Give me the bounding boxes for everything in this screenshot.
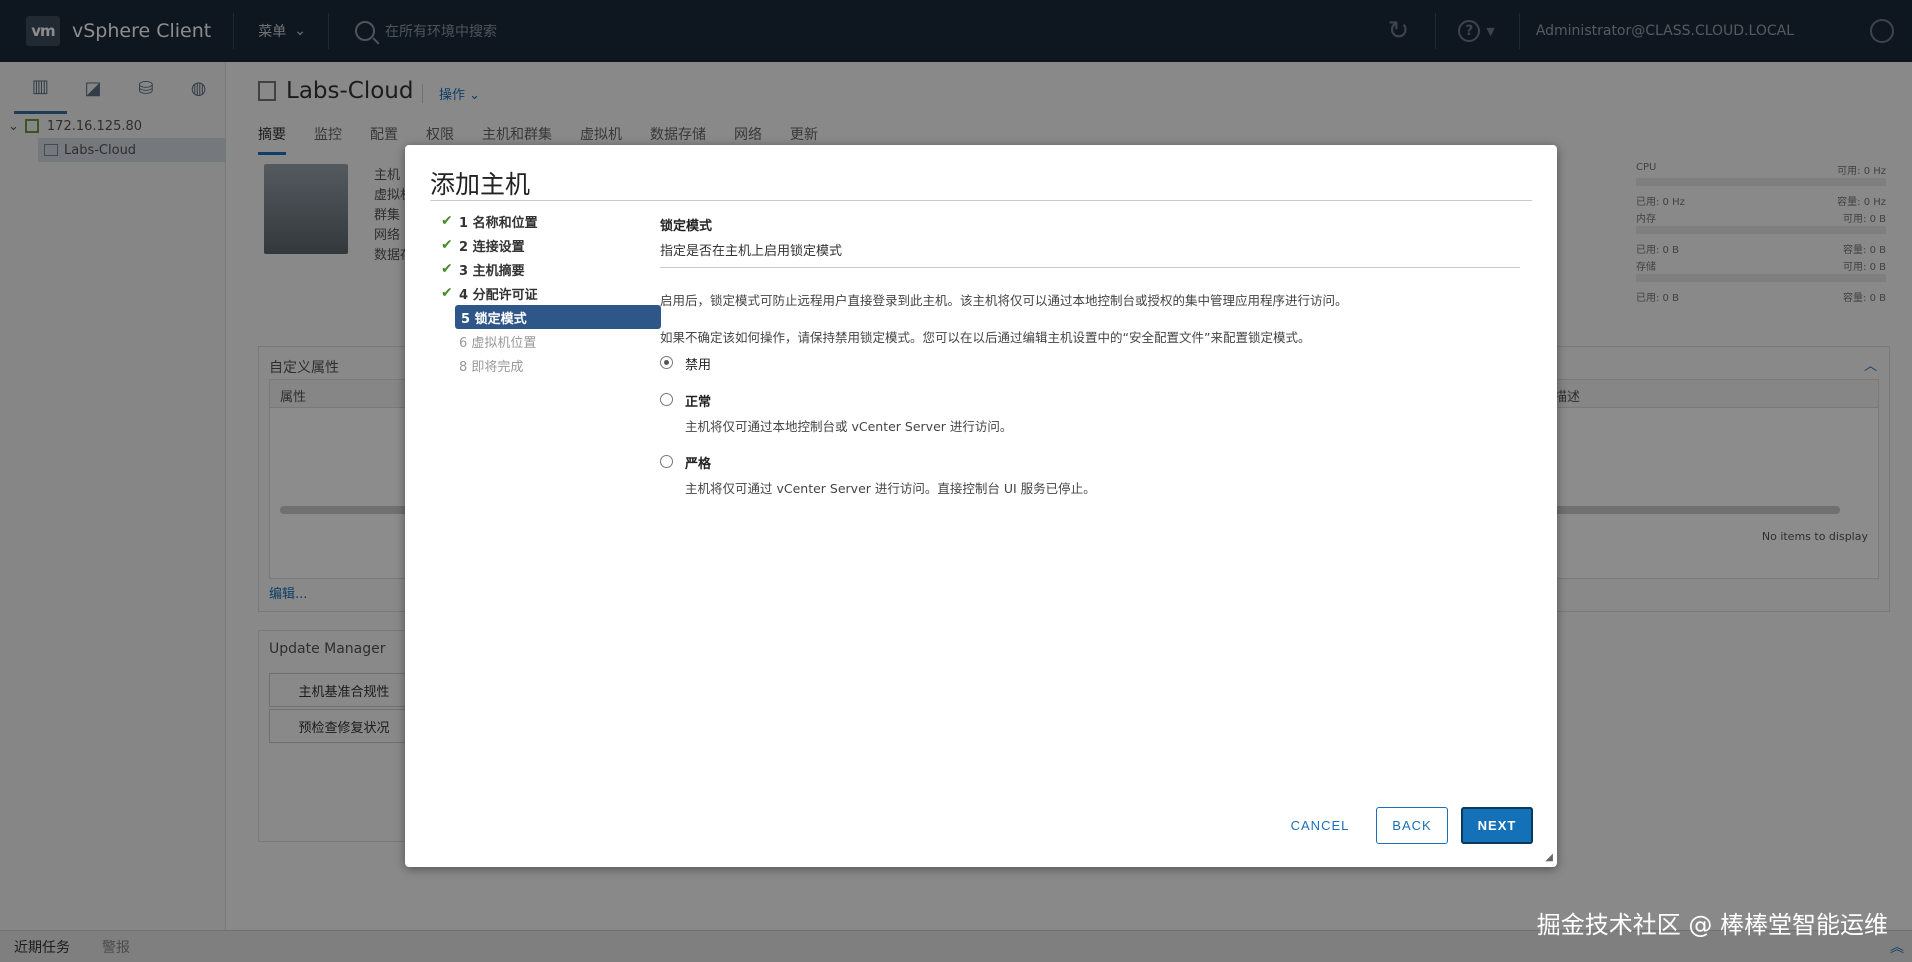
wizard-step[interactable]: ✔ 2 连接设置 <box>435 233 661 257</box>
check-icon: ✔ <box>441 213 453 229</box>
wizard-step[interactable]: ✔ 1 名称和位置 <box>435 209 661 233</box>
section-subtitle: 指定是否在主机上启用锁定模式 <box>660 240 1520 268</box>
lockdown-option-normal[interactable]: 正常 主机将仅可通过本地控制台或 vCenter Server 进行访问。 <box>660 391 1520 435</box>
radio-button[interactable] <box>660 393 673 406</box>
wizard-step-current[interactable]: 5 锁定模式 <box>455 305 661 329</box>
wizard-step[interactable]: ✔ 3 主机摘要 <box>435 257 661 281</box>
resize-handle-icon[interactable]: ◢ <box>1545 852 1553 863</box>
watermark-text: 掘金技术社区 @ 棒棒堂智能运维 <box>1536 911 1888 939</box>
wizard-steps: ✔ 1 名称和位置 ✔ 2 连接设置 ✔ 3 主机摘要 ✔ 4 分配许可证 5 锁定模式… <box>435 209 661 377</box>
radio-button[interactable] <box>660 356 673 369</box>
step-content: 锁定模式 指定是否在主机上启用锁定模式 启用后，锁定模式可防止远程用户直接登录到… <box>660 215 1520 497</box>
divider <box>430 200 1532 201</box>
lockdown-option-disabled[interactable]: 禁用 <box>660 354 1520 373</box>
wizard-step: 6 虚拟机位置 <box>459 335 537 351</box>
check-icon: ✔ <box>441 237 453 253</box>
dialog-title: 添加主机 <box>430 170 531 199</box>
wizard-step: 8 即将完成 <box>459 359 524 375</box>
radio-button[interactable] <box>660 455 673 468</box>
check-icon: ✔ <box>441 261 453 277</box>
add-host-dialog: 添加主机 ✔ 1 名称和位置 ✔ 2 连接设置 ✔ 3 主机摘要 ✔ 4 分配许可证 5… <box>405 145 1557 867</box>
hint-text: 如果不确定该如何操作，请保持禁用锁定模式。您可以在以后通过编辑主机设置中的“安全… <box>660 330 1311 345</box>
cancel-button[interactable]: CANCEL <box>1275 807 1365 844</box>
description-text: 启用后，锁定模式可防止远程用户直接登录到此主机。该主机将仅可以通过本地控制台或授… <box>660 293 1348 308</box>
section-title: 锁定模式 <box>660 219 713 234</box>
next-button[interactable]: NEXT <box>1461 807 1533 844</box>
lockdown-option-strict[interactable]: 严格 主机将仅可通过 vCenter Server 进行访问。直接控制台 UI … <box>660 453 1520 497</box>
check-icon: ✔ <box>441 285 453 301</box>
wizard-step[interactable]: ✔ 4 分配许可证 <box>435 281 661 305</box>
back-button[interactable]: BACK <box>1376 807 1448 844</box>
